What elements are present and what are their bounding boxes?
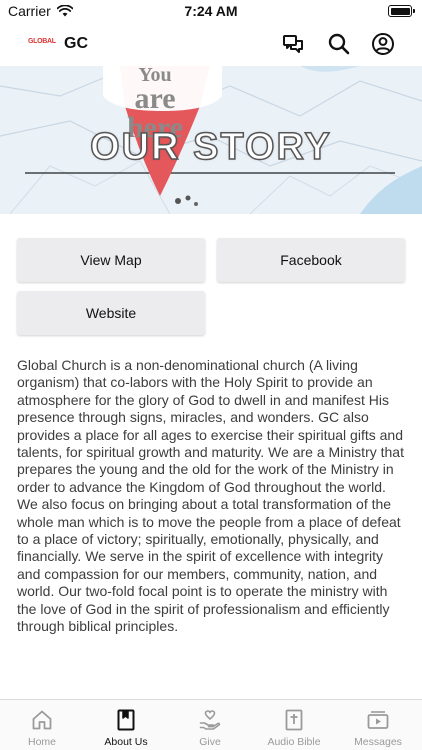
banner-title: OUR STORY (89, 125, 332, 169)
app-header: GLOBAL GC (0, 24, 422, 66)
search-icon[interactable] (327, 32, 351, 56)
bible-icon (285, 709, 303, 731)
tab-label-give: Give (199, 736, 221, 748)
app-logo: GLOBAL (28, 38, 56, 48)
tab-label-messages: Messages (354, 736, 402, 748)
tab-audio-bible[interactable]: Audio Bible (252, 700, 336, 750)
app-title: GC (64, 35, 88, 52)
tab-messages[interactable]: Messages (336, 700, 420, 750)
book-icon (117, 709, 135, 731)
tab-give[interactable]: Give (168, 700, 252, 750)
chat-icon[interactable] (281, 32, 305, 56)
tab-bar: Home About Us Give Audio Bible Messages (0, 699, 422, 750)
tab-label-about-us: About Us (104, 736, 148, 748)
website-button[interactable]: Website (17, 291, 205, 335)
video-icon (367, 711, 389, 729)
status-bar: Carrier 7:24 AM (0, 0, 422, 24)
home-icon (32, 710, 52, 730)
tab-label-home: Home (27, 736, 56, 748)
logo-text: GLOBAL (28, 38, 56, 45)
tab-label-audio-bible: Audio Bible (267, 736, 321, 748)
battery-icon (388, 5, 415, 17)
give-icon (199, 710, 221, 730)
pin-line-2: are (134, 82, 176, 115)
tab-about-us[interactable]: About Us (84, 700, 168, 750)
status-time: 7:24 AM (184, 3, 238, 19)
facebook-button[interactable]: Facebook (217, 238, 405, 282)
view-map-button[interactable]: View Map (17, 238, 205, 282)
our-story-banner: You are here OUR STORY (0, 66, 422, 214)
profile-icon[interactable] (371, 32, 395, 56)
about-description: Global Church is a non-denominational ch… (17, 357, 404, 635)
tab-home[interactable]: Home (0, 700, 84, 750)
